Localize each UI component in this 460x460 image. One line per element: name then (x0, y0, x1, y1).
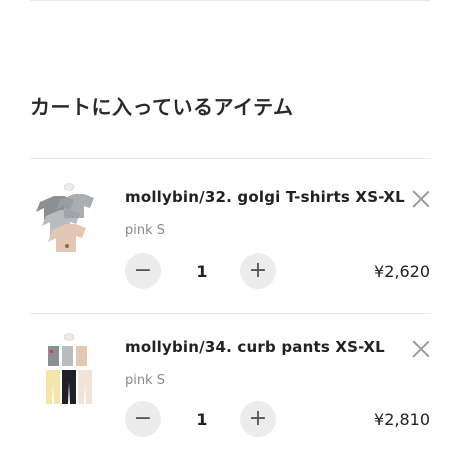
minus-icon: − (133, 406, 153, 431)
plus-icon: + (248, 406, 268, 431)
product-name[interactable]: mollybin/34. curb pants XS-XL (125, 338, 385, 356)
close-icon[interactable] (412, 340, 430, 358)
cart-item: mollybin/32. golgi T-shirts XS-XL pink S… (30, 180, 430, 328)
quantity-value: 1 (196, 410, 208, 429)
divider (30, 158, 430, 159)
top-divider (30, 0, 430, 1)
close-icon[interactable] (412, 190, 430, 208)
quantity-increase-button[interactable]: + (240, 401, 276, 437)
divider (30, 313, 430, 314)
minus-icon: − (133, 258, 153, 283)
product-thumbnail[interactable] (30, 180, 108, 264)
product-variant: pink S (125, 373, 166, 388)
quantity-decrease-button[interactable]: − (125, 401, 161, 437)
product-thumbnail[interactable] (30, 330, 108, 414)
product-variant: pink S (125, 223, 166, 238)
item-price: ¥2,620 (374, 262, 430, 281)
cart-item: mollybin/34. curb pants XS-XL pink S − 1… (30, 330, 430, 460)
plus-icon: + (248, 258, 268, 283)
item-price: ¥2,810 (374, 410, 430, 429)
quantity-decrease-button[interactable]: − (125, 253, 161, 289)
page-title: カートに入っているアイテム (30, 95, 294, 119)
quantity-increase-button[interactable]: + (240, 253, 276, 289)
product-name[interactable]: mollybin/32. golgi T-shirts XS-XL (125, 188, 405, 206)
quantity-value: 1 (196, 262, 208, 281)
